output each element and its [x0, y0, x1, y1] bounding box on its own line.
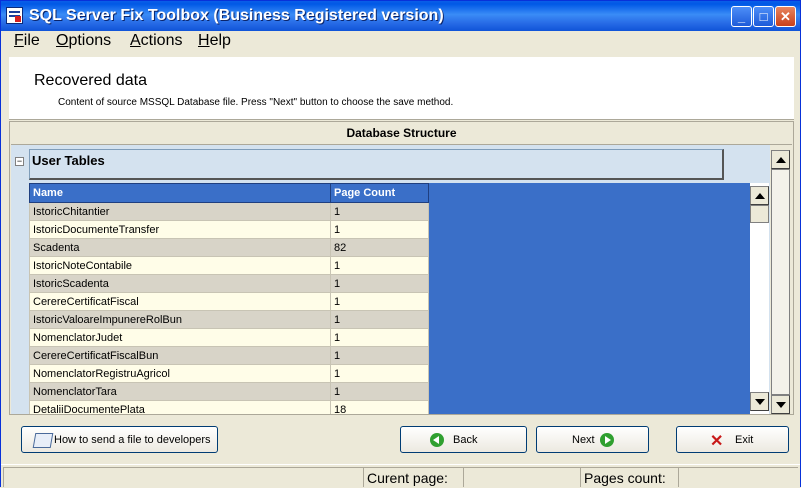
- table-row[interactable]: NomenclatorJudet 1: [29, 328, 429, 347]
- menu-options[interactable]: Options: [56, 32, 111, 50]
- table-cell-name[interactable]: CerereCertificatFiscal: [29, 292, 331, 311]
- arrow-up-icon: [755, 193, 765, 199]
- table-row[interactable]: DetaliiDocumentePlata 18: [29, 400, 429, 414]
- table-cell-name[interactable]: IstoricValoareImpunereRolBun: [29, 310, 331, 329]
- next-arrow-icon: [600, 433, 614, 447]
- table-row[interactable]: IstoricDocumenteTransfer 1: [29, 220, 429, 239]
- structure-scroll-track[interactable]: [771, 169, 790, 395]
- table-cell-page-count[interactable]: 1: [330, 382, 429, 401]
- user-tables-header[interactable]: User Tables: [29, 149, 724, 180]
- table-cell-name[interactable]: IstoricChitantier: [29, 202, 331, 221]
- content-panel: Database Structure − User Tables Name Pa…: [9, 121, 794, 415]
- exit-button[interactable]: ✕ Exit: [676, 426, 789, 453]
- page-title: Recovered data: [34, 72, 147, 89]
- table-cell-page-count[interactable]: 1: [330, 292, 429, 311]
- status-pages-count-label: Pages count:: [580, 467, 678, 487]
- table-cell-name[interactable]: Scadenta: [29, 238, 331, 257]
- structure-view: − User Tables Name Page Count IstoricChi…: [11, 145, 770, 414]
- table-row[interactable]: NomenclatorRegistruAgricol 1: [29, 364, 429, 383]
- table-cell-name[interactable]: IstoricScadenta: [29, 274, 331, 293]
- send-file-button[interactable]: How to send a file to developers: [21, 426, 218, 453]
- table-cell-page-count[interactable]: 18: [330, 400, 429, 414]
- table-cell-page-count[interactable]: 1: [330, 274, 429, 293]
- grid-body: IstoricChitantier 1 IstoricDocumenteTransf…: [29, 202, 429, 414]
- table-cell-name[interactable]: DetaliiDocumentePlata: [29, 400, 331, 414]
- table-cell-page-count[interactable]: 1: [330, 364, 429, 383]
- app-icon[interactable]: [6, 7, 23, 24]
- table-cell-page-count[interactable]: 1: [330, 310, 429, 329]
- next-button[interactable]: Next: [536, 426, 649, 453]
- table-cell-page-count[interactable]: 1: [330, 256, 429, 275]
- column-header-name[interactable]: Name: [29, 183, 331, 203]
- title-bar[interactable]: SQL Server Fix Toolbox (Business Registe…: [1, 1, 800, 31]
- grid-scrollbar[interactable]: [750, 183, 769, 414]
- table-row[interactable]: IstoricScadenta 1: [29, 274, 429, 293]
- minimize-icon: _: [737, 9, 746, 24]
- window-title: SQL Server Fix Toolbox (Business Registe…: [29, 7, 444, 24]
- page-subtitle: Content of source MSSQL Database file. P…: [58, 97, 454, 108]
- table-cell-page-count[interactable]: 1: [330, 220, 429, 239]
- table-row[interactable]: Scadenta 82: [29, 238, 429, 257]
- column-header-page-count[interactable]: Page Count: [330, 183, 429, 203]
- menu-bar: File Options Actions Help: [1, 31, 800, 53]
- table-cell-page-count[interactable]: 1: [330, 346, 429, 365]
- menu-actions[interactable]: Actions: [130, 32, 182, 50]
- table-cell-page-count[interactable]: 82: [330, 238, 429, 257]
- table-row[interactable]: CerereCertificatFiscal 1: [29, 292, 429, 311]
- user-tables-title: User Tables: [32, 153, 105, 168]
- menu-help[interactable]: Help: [198, 32, 231, 50]
- exit-x-icon: ✕: [710, 433, 724, 450]
- structure-scroll-down-button[interactable]: [771, 395, 790, 414]
- close-icon: ✕: [780, 9, 791, 24]
- back-button[interactable]: Back: [400, 426, 527, 453]
- table-cell-name[interactable]: IstoricNoteContabile: [29, 256, 331, 275]
- table-row[interactable]: NomenclatorTara 1: [29, 382, 429, 401]
- status-current-page-value: [463, 467, 580, 487]
- status-bar: Curent page: Pages count:: [1, 464, 800, 488]
- arrow-up-icon: [776, 157, 786, 163]
- collapse-icon[interactable]: −: [15, 157, 24, 166]
- tables-grid: Name Page Count IstoricChitantier 1 Istori…: [29, 183, 769, 414]
- tables-table: Name Page Count IstoricChitantier 1 Istori…: [29, 183, 429, 414]
- table-cell-page-count[interactable]: 1: [330, 328, 429, 347]
- status-cell-empty: [3, 467, 363, 487]
- arrow-down-icon: [755, 399, 765, 405]
- table-row[interactable]: CerereCertificatFiscalBun 1: [29, 346, 429, 365]
- grid-scroll-up-button[interactable]: [750, 186, 769, 205]
- grid-scroll-thumb[interactable]: [750, 205, 769, 223]
- maximize-icon: □: [759, 9, 768, 24]
- structure-scrollbar[interactable]: [771, 150, 790, 414]
- table-cell-name[interactable]: NomenclatorJudet: [29, 328, 331, 347]
- header-panel: Recovered data Content of source MSSQL D…: [9, 57, 794, 120]
- app-window: SQL Server Fix Toolbox (Business Registe…: [0, 0, 801, 488]
- close-button[interactable]: ✕: [775, 6, 796, 27]
- grid-header-row: Name Page Count: [29, 183, 429, 203]
- status-pages-count-value: [678, 467, 798, 487]
- table-cell-name[interactable]: NomenclatorTara: [29, 382, 331, 401]
- table-cell-name[interactable]: IstoricDocumenteTransfer: [29, 220, 331, 239]
- back-arrow-icon: [430, 433, 444, 447]
- minimize-button[interactable]: _: [731, 6, 752, 27]
- grid-scroll-down-button[interactable]: [750, 392, 769, 411]
- structure-scroll-up-button[interactable]: [771, 150, 790, 169]
- send-file-icon: [32, 433, 54, 448]
- status-current-page-label: Curent page:: [363, 467, 463, 487]
- table-row[interactable]: IstoricNoteContabile 1: [29, 256, 429, 275]
- table-row[interactable]: IstoricValoareImpunereRolBun 1: [29, 310, 429, 329]
- table-cell-name[interactable]: CerereCertificatFiscalBun: [29, 346, 331, 365]
- database-structure-header: Database Structure: [11, 123, 792, 145]
- table-row[interactable]: IstoricChitantier 1: [29, 202, 429, 221]
- table-cell-name[interactable]: NomenclatorRegistruAgricol: [29, 364, 331, 383]
- table-cell-page-count[interactable]: 1: [330, 202, 429, 221]
- maximize-button[interactable]: □: [753, 6, 774, 27]
- arrow-down-icon: [776, 402, 786, 408]
- menu-file[interactable]: File: [14, 32, 40, 50]
